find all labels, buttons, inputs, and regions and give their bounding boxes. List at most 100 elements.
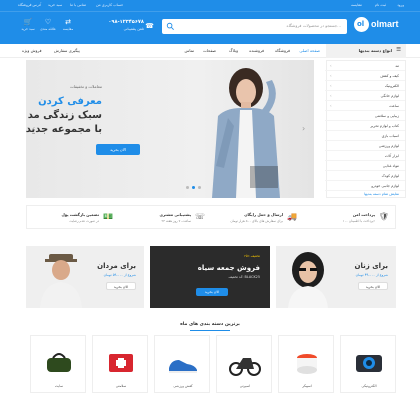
logo-mark-icon: ol [354,17,369,32]
sidebar-item[interactable]: کیف و کفش ‹ [325,71,405,81]
sidebar-item[interactable]: مواد غذایی [325,161,405,171]
nav-order-tracking[interactable]: پیگیری سفارش [54,48,80,53]
heart-icon: ♡ [44,18,52,26]
category-card[interactable]: کفش ورزشی [154,335,210,393]
sidebar-item[interactable]: لوازم کودک [325,171,405,181]
promo-women-button[interactable]: الان بخرید [358,282,388,290]
top-link-cart[interactable]: سبد خرید [48,3,62,7]
search-placeholder: جستجو در محصولات فروشگاه... [286,23,341,28]
slider-dot[interactable] [192,186,195,189]
top-link-register[interactable]: ثبت نام [375,3,386,7]
promo-men-sub: شروع از ۵۹،۰۰۰ تومان [103,273,136,277]
hero-headline-3: با مجموعه جدید [26,124,102,135]
sidebar-item[interactable]: کتاب و لوازم تحریر [325,121,405,131]
chevron-left-icon[interactable]: ‹ [32,124,35,133]
feature-title: تضمین بازگشت پول [61,212,99,217]
speaker-icon [297,354,317,374]
promo-sale-banner[interactable]: ۲۵٪ تخفیف فروش جمعه سیاه کد تخفیف: BLACK… [150,246,270,308]
header-compare-label: مقایسه [62,27,74,31]
promo-sale-button[interactable]: الان بخرید [196,288,228,296]
promo-sale-sub: کد تخفیف: BLACK25 [228,275,260,279]
category-card[interactable]: اسپیکر [278,335,334,393]
category-card[interactable]: الکترونیکی [340,335,396,393]
top-link-compare[interactable]: مقایسه [351,3,362,7]
chevron-left-icon: ‹ [330,93,332,98]
feature-item: 🛡 پرداخت امن پرداخت با اطمینان ۱۰۰٪ [303,206,395,230]
nav-blog[interactable]: وبلاگ [229,48,238,53]
sidebar-item[interactable]: الکترونیک ‹ [325,81,405,91]
category-label: سایت [54,384,64,388]
sidebar-item-label: لوازم کودک [381,174,399,178]
feature-title: پرداخت امن [352,212,375,217]
phone-contact[interactable]: ۰۹۸-۱۲۳۴۵۶۷۸ تلفن پشتیبانی ☎ [92,18,154,36]
sidebar-item-label: کیف و کفش [380,74,399,78]
nav-shop[interactable]: فروشگاه [275,48,290,53]
sidebar-item[interactable]: زیبایی و سلامتی [325,111,405,121]
sidebar-item-label: ابزار آلات [384,154,399,158]
sidebar-item[interactable]: لوازم ورزشی [325,141,405,151]
category-sidebar: مد ‹ کیف و کفش ‹ الکترونیک ‹ لوازم خانگی ‹ س… [325,60,406,199]
nav-contact[interactable]: تماس [184,48,194,53]
chevron-right-icon[interactable]: › [302,124,305,133]
top-link-account[interactable]: حساب کاربری من [96,3,123,7]
promo-men-banner[interactable]: برای مردان شروع از ۵۹،۰۰۰ تومان الان بخر… [26,246,144,308]
slider-dots [186,186,216,190]
slider-dot[interactable] [198,186,201,189]
header-cart-button[interactable]: 🛒 سبد خرید [20,18,36,36]
sidebar-item-label: لوازم ورزشی [378,144,399,148]
sidebar-item-label: مواد غذایی [382,164,399,168]
sidebar-item-label: مد [395,64,399,68]
feature-item: ☏ پشتیبانی مشتری ۲۴ ساعت، ۷ روز هفته [119,206,211,230]
features-strip: 🚚 ارسال و حمل رایگان برای سفارش های بالا… [26,205,396,229]
section-divider [190,330,230,331]
money-icon: 💵 [103,212,113,221]
phone-number: ۰۹۸-۱۲۳۴۵۶۷۸ [108,19,144,25]
page: ورود ثبت نام مقایسه حساب کاربری من تماس … [0,0,420,400]
camera-icon [356,355,382,372]
hero-headline-2: سبک زندگی مد [27,110,102,121]
category-card[interactable]: اسپرتی [216,335,272,393]
top-link-contact[interactable]: تماس با ما [70,3,86,7]
slider-dot[interactable] [186,186,189,189]
all-categories-button[interactable]: ☰ انواع دسته بندیها [326,44,406,58]
sidebar-item-label: اسباب بازی [381,134,399,138]
main-nav: ☰ انواع دسته بندیها صفحه اصلی فروشگاه فر… [0,44,420,58]
sidebar-item[interactable]: اسباب بازی [325,131,405,141]
cart-icon: 🛒 [23,18,33,26]
hero-headline-1: معرفی کردن [38,96,102,107]
sidebar-item-label: کتاب و لوازم تحریر [370,124,399,128]
sidebar-show-all-label: نمایش تمام دسته بندیها [364,192,399,196]
nav-pages[interactable]: صفحات [203,48,216,53]
sidebar-item-label: لوازم خانگی [380,94,399,98]
hero-shop-button[interactable]: الان بخرید [96,144,140,155]
menu-icon: ☰ [396,47,401,53]
search-input[interactable]: جستجو در محصولات فروشگاه... [162,19,347,34]
sidebar-show-all[interactable]: نمایش تمام دسته بندیها [325,189,405,199]
sidebar-item[interactable]: لوازم خانگی ‹ [325,91,405,101]
chevron-left-icon: ‹ [330,63,332,68]
feature-desc: ۲۴ ساعت، ۷ روز هفته [161,219,191,223]
category-card[interactable]: سایت [30,335,86,393]
truck-icon: 🚚 [287,212,297,221]
nav-special-sale[interactable]: فروش ویژه [22,48,42,53]
sidebar-item[interactable]: ابزار آلات [325,151,405,161]
promo-women-banner[interactable]: برای زنان شروع از ۴۹،۰۰۰ تومان الان بخری… [276,246,396,308]
sidebar-item-label: لوازم جانبی خودرو [371,184,399,188]
feature-desc: در صورت عدم رضایت [69,219,99,223]
top-link-address[interactable]: آدرس فروشگاه [18,3,41,7]
search-icon[interactable] [166,22,175,31]
top-links-bar: ورود ثبت نام مقایسه حساب کاربری من تماس … [0,0,420,12]
promo-men-button[interactable]: الان بخرید [106,282,136,290]
promo-women-title: برای زنان [354,262,389,270]
nav-home[interactable]: صفحه اصلی [299,48,320,53]
top-link-login[interactable]: ورود [397,3,404,7]
motorcycle-icon [229,358,261,376]
sidebar-item[interactable]: ساعت ‹ [325,101,405,111]
sidebar-item[interactable]: مد ‹ [325,61,405,71]
nav-vendor[interactable]: فروشنده [249,48,264,53]
logo[interactable]: ol olmart [354,17,404,33]
header-compare-button[interactable]: ⇄ مقایسه [60,18,76,36]
category-card[interactable]: سلامتی [92,335,148,393]
logo-text: olmart [371,19,399,29]
header-wishlist-button[interactable]: ♡ علاقه مندی [40,18,56,36]
